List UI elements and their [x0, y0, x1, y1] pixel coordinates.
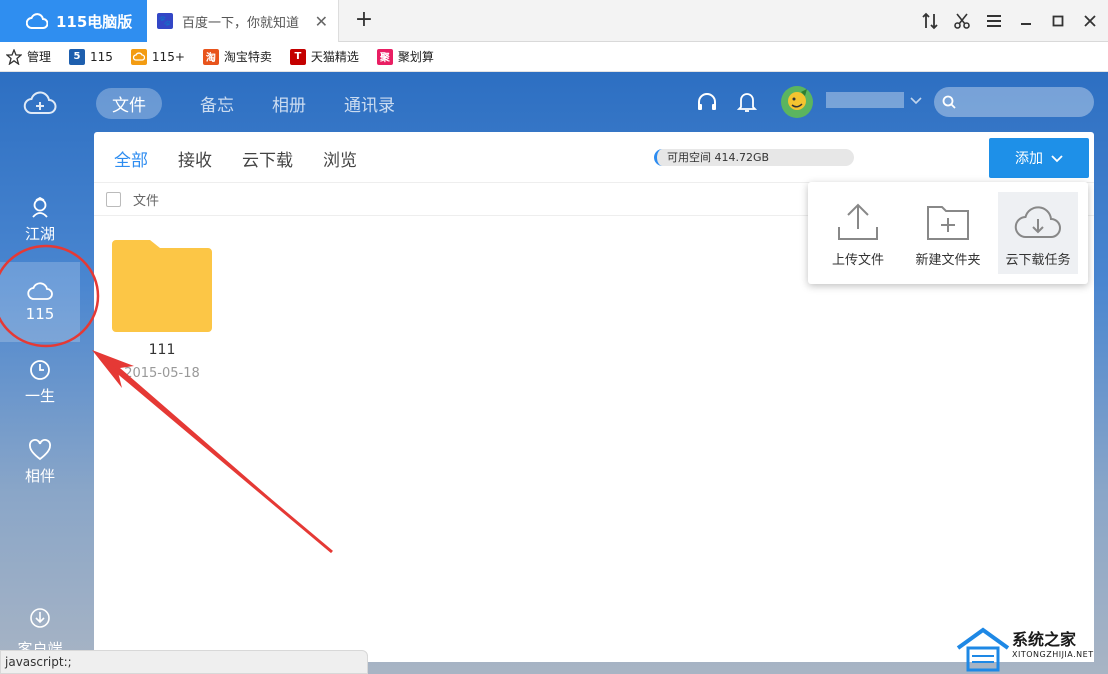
- watermark-subtitle: XITONGZHIJIA.NET: [1012, 650, 1094, 659]
- status-bar: javascript:;: [0, 650, 368, 674]
- annotation-arrow-shaft: [107, 362, 333, 554]
- annotation-circle: [0, 244, 100, 348]
- watermark: 系统之家 XITONGZHIJIA.NET: [950, 620, 1108, 674]
- watermark-title: 系统之家: [1012, 630, 1077, 649]
- annotation-overlay: [0, 244, 333, 554]
- house-logo-icon: [956, 627, 1010, 672]
